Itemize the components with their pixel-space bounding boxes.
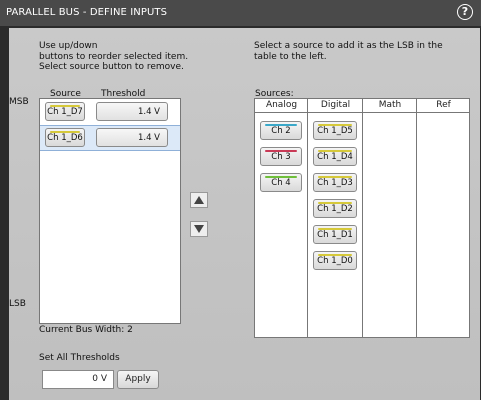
column-header-math: Math [363, 99, 417, 113]
source-button-ch1-d2[interactable]: Ch 1_D2 [313, 199, 357, 218]
left-instructions: Use up/down buttons to reorder selected … [39, 41, 188, 73]
title-bar: PARALLEL BUS - DEFINE INPUTS ? [0, 0, 481, 26]
set-all-thresholds-input[interactable]: 0 V [42, 370, 114, 389]
bus-input-table: Ch 1_D7 1.4 V Ch 1_D6 1.4 V [39, 98, 181, 324]
source-button-label: Ch 1_D5 [317, 126, 353, 136]
column-divider [362, 99, 363, 337]
source-button-label: Ch 1_D2 [317, 204, 353, 214]
dialog-frame: PARALLEL BUS - DEFINE INPUTS ? Use up/do… [0, 0, 481, 400]
channel-color-bar [318, 176, 352, 178]
channel-color-bar [318, 202, 352, 204]
move-up-button[interactable] [190, 192, 208, 208]
source-button-ch1-d3[interactable]: Ch 1_D3 [313, 173, 357, 192]
column-header-digital: Digital [308, 99, 363, 113]
channel-color-bar [50, 105, 80, 107]
source-button-ch1-d0[interactable]: Ch 1_D0 [313, 251, 357, 270]
msb-label: MSB [9, 97, 29, 107]
source-chip-ch1-d7[interactable]: Ch 1_D7 [45, 102, 85, 121]
source-button-label: Ch 1_D4 [317, 152, 353, 162]
column-header-analog: Analog [255, 99, 308, 113]
source-button-label: Ch 2 [271, 126, 291, 136]
source-button-label: Ch 4 [271, 178, 291, 188]
right-instruction-line: table to the left. [254, 51, 327, 62]
bus-input-row-selected[interactable]: Ch 1_D6 1.4 V [40, 125, 180, 151]
source-button-label: Ch 1_D3 [317, 178, 353, 188]
channel-color-bar [318, 254, 352, 256]
source-button-label: Ch 1_D1 [317, 230, 353, 240]
source-button-label: Ch 1_D0 [317, 256, 353, 266]
left-instruction-line: Use up/down [39, 41, 98, 51]
dialog-panel: Use up/down buttons to reorder selected … [9, 28, 480, 400]
source-chip-label: Ch 1_D6 [47, 133, 83, 143]
left-instruction-line: buttons to reorder selected item. [39, 51, 189, 62]
apply-button[interactable]: Apply [117, 370, 159, 389]
source-button-ch1-d4[interactable]: Ch 1_D4 [313, 147, 357, 166]
channel-color-bar [265, 150, 297, 152]
help-icon[interactable]: ? [457, 4, 473, 20]
right-instructions: Select a source to add it as the LSB in … [254, 41, 443, 62]
dialog-title: PARALLEL BUS - DEFINE INPUTS [6, 7, 168, 18]
source-chip-ch1-d6[interactable]: Ch 1_D6 [45, 128, 85, 147]
source-button-ch2[interactable]: Ch 2 [260, 121, 302, 140]
channel-color-bar [265, 124, 297, 126]
column-divider [416, 99, 417, 337]
set-all-thresholds-label: Set All Thresholds [39, 353, 120, 363]
lsb-label: LSB [9, 299, 26, 309]
column-header-ref: Ref [417, 99, 470, 113]
source-button-ch3[interactable]: Ch 3 [260, 147, 302, 166]
source-button-ch1-d1[interactable]: Ch 1_D1 [313, 225, 357, 244]
source-button-label: Ch 3 [271, 152, 291, 162]
left-instruction-line: Select source button to remove. [39, 62, 184, 72]
channel-color-bar [318, 124, 352, 126]
threshold-field[interactable]: 1.4 V [96, 102, 168, 121]
bus-width-label: Current Bus Width: 2 [39, 325, 133, 335]
channel-color-bar [318, 228, 352, 230]
bus-input-row[interactable]: Ch 1_D7 1.4 V [40, 99, 180, 123]
channel-color-bar [50, 131, 80, 133]
channel-color-bar [318, 150, 352, 152]
source-chip-label: Ch 1_D7 [47, 107, 83, 117]
move-down-button[interactable] [190, 221, 208, 237]
threshold-field[interactable]: 1.4 V [96, 128, 168, 147]
triangle-down-icon [194, 225, 204, 233]
triangle-up-icon [194, 196, 204, 204]
right-instruction-line: Select a source to add it as the LSB in … [254, 41, 443, 51]
channel-color-bar [265, 176, 297, 178]
column-divider [307, 99, 308, 337]
source-button-ch1-d5[interactable]: Ch 1_D5 [313, 121, 357, 140]
sources-table: Analog Digital Math Ref Ch 2 Ch 3 Ch 4 C… [254, 98, 470, 338]
source-button-ch4[interactable]: Ch 4 [260, 173, 302, 192]
